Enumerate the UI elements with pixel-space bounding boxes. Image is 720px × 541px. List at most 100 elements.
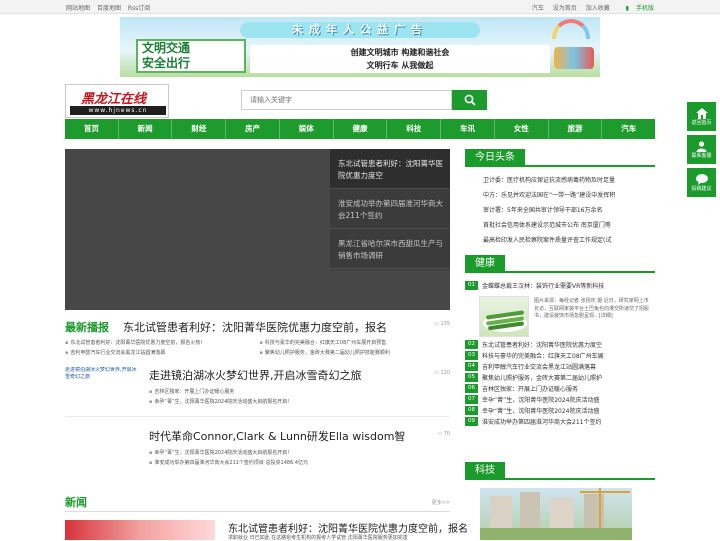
rank-number: 07 [465,395,478,404]
health-header: 健康 [465,255,655,273]
ranked-item[interactable]: 09 淮安成功举办第四届淮河华商大会211个签约 [465,416,655,427]
nav-item-auto[interactable]: 汽车 [602,119,655,139]
today-headlines-list: 卫计委：医疗机构应保证抗流感病毒药物及时足量 中方：乐见并欢迎法国在“一带一路”… [483,173,655,248]
slider-item[interactable]: 东北试管患者利好：沈阳菁华医院优惠力度空 [330,149,450,189]
story-line[interactable]: ▪ 吉林区独家：开展上门办证暖心服务 [149,387,439,397]
news-story-title[interactable]: 东北试管患者利好：沈阳菁华医院优惠力度空前，报名 [228,520,468,535]
story-title[interactable]: 时代革命Connor,Clark & Lunn研发Ella wisdom智 [149,428,439,444]
rank-number: 06 [465,384,478,393]
ranked-item[interactable]: 01 金蝶蝶总裁王汉林：装饰行业需要VR等新科技 [465,280,655,291]
rank-number: 01 [465,281,478,290]
rank-number: 08 [465,406,478,415]
bullet-icon: ▪ [65,350,69,356]
vegetable-image-icon [483,310,527,332]
nav-item-realestate[interactable]: 房产 [226,119,280,139]
list-item[interactable]: ▪ 东北试管患者利好：沈阳菁华医院优惠力度空前，报名火热! [65,338,256,348]
site-map-link[interactable]: 网站地图 [66,5,90,12]
health-label: 健康 [465,255,505,273]
slider-item[interactable]: 黑龙江省哈尔滨市西甜瓜生产与销售市场调研 [330,229,450,269]
nav-item-health[interactable]: 健康 [334,119,388,139]
tech-thumbnail[interactable] [480,488,632,540]
main-nav: 首页 新闻 财经 房产 娱体 健康 科技 车讯 女性 旅游 汽车 [65,119,655,139]
ad-banner-slogan: 文明交通 安全出行 [136,39,246,73]
ranked-item[interactable]: 03 科技与豪华的完美融合：红旗天工08广州车展 [465,350,655,361]
feedback-button[interactable]: 投稿建议 [687,168,716,197]
strip-line-1: 创建文明城市 构建和谐社会 [350,48,450,57]
bullet-icon: ▪ [149,399,153,405]
list-item[interactable]: 卫计委：医疗机构应保证抗流感病毒药物及时足量 [483,173,655,188]
nav-item-news[interactable]: 新闻 [119,119,173,139]
list-item[interactable]: ▪ 吉利甲醇汽车行业交流会黑龙江站圆满落幕 [65,348,256,358]
health-featured: 图片来源：每经记者 张扬庆 摄 近日，研究家网上市长访，互联网家装平台土巴兔也向… [479,296,655,341]
baidu-map-link[interactable]: 百度地图 [97,5,121,12]
top-bar: 网站地图 百度地图 Rss订阅 汽车 设为首页 加入收藏 ▮ 手机版 [0,0,720,14]
slider-list: 东北试管患者利好：沈阳菁华医院优惠力度空 淮安成功举办第四届淮河华商大会211个… [330,149,450,270]
list-item[interactable]: 最高检印发人民检察院案件质量评查工作规定(试 [483,233,655,248]
comment-count: ▭ 120 [434,370,450,376]
nav-item-autonews[interactable]: 车讯 [441,119,495,139]
nav-item-travel[interactable]: 旅游 [549,119,603,139]
person-icon [696,140,707,152]
back-home-button[interactable]: 返回首页 [687,102,716,131]
mobile-version-link[interactable]: ▮ 手机版 [619,5,654,12]
news-thumbnail[interactable] [65,520,215,540]
nav-item-home[interactable]: 首页 [65,119,119,139]
slider-item[interactable]: 淮安成功举办第四届淮河华商大会211个签约 [330,189,450,229]
more-link[interactable]: 更多>> [432,499,450,506]
search-box [241,90,452,110]
featured-thumbnail[interactable] [479,296,529,337]
ranked-item[interactable]: 05 聚焦幼儿照护服务，金砖大赛第二届幼儿照护 [465,372,655,383]
story-thumbnail[interactable] [65,428,140,468]
chat-bubble-icon [695,173,708,185]
ranked-item[interactable]: 07 幸孕“菁”生，沈阳菁华医院2024院庆活动盛 [465,394,655,405]
ranked-item[interactable]: 04 吉利甲醇汽车行业交流会黑龙江站圆满落幕 [465,361,655,372]
latest-news-headline[interactable]: 东北试管患者利好：沈阳菁华医院优惠力度空前，报名 [123,319,387,335]
rank-number: 09 [465,417,478,426]
ranked-item[interactable]: 06 吉林区独家：开展上门办证暖心服务 [465,383,655,394]
story-thumbnail[interactable]: 走进镜泊湖冰火梦幻世界,开启冰雪奇幻之旅 [65,367,140,407]
story-line[interactable]: ▪ 幸孕“菁”生，沈阳菁华医院2024院庆活动盛大启航报名开启! [149,448,439,458]
ranked-item[interactable]: 08 幸孕“菁”生，沈阳菁华医院2024院庆活动盛 [465,405,655,416]
rank-number: 04 [465,362,478,371]
divider [65,416,450,417]
bullet-icon: ▪ [65,340,69,346]
comment-icon: ▭ [434,370,439,376]
rss-link[interactable]: Rss订阅 [128,5,150,12]
health-ranked-list: 02 东北试管患者利好：沈阳菁华医院优惠力度空 03 科技与豪华的完美融合：红旗天工… [465,339,655,427]
mobile-version-label: 手机版 [635,5,654,12]
news-story: 东北试管患者利好：沈阳菁华医院优惠力度空前，报名 求职就业 日已如此 在这路愈考… [65,520,468,541]
site-logo[interactable]: 黑龙江在线 www.hjnews.cn [65,84,169,118]
story-card: 走进镜泊湖冰火梦幻世界,开启冰雪奇幻之旅 走进镜泊湖冰火梦幻世界,开启冰雪奇幻之… [65,367,450,409]
cars-illustration-icon [554,47,594,69]
search-input[interactable] [242,91,442,109]
comment-icon: ▭ [434,321,439,327]
ad-banner[interactable]: 未成年人公益广告 文明交通 安全出行 创建文明城市 构建和谐社会 文明行车 从我… [120,17,600,77]
nav-item-entertainment[interactable]: 娱体 [280,119,334,139]
rank-number: 02 [465,340,478,349]
bullet-icon: ▪ [259,340,263,346]
floating-toolbar: 返回首页 联系客服 投稿建议 [687,102,716,201]
news-section-header: 新闻 更多>> [65,494,450,512]
add-favorite-link[interactable]: 加入收藏 [586,5,610,12]
list-item[interactable]: 中方：乐见并欢迎法国在“一带一路”建设中发挥积 [483,188,655,203]
nav-item-tech[interactable]: 科技 [387,119,442,139]
list-item[interactable]: 审计署：5年来全国共审计领导干部16万余名 [483,203,655,218]
news-section-label: 新闻 [65,496,87,509]
nav-item-finance[interactable]: 财经 [172,119,227,139]
search-button[interactable] [452,90,487,110]
story-title[interactable]: 走进镜泊湖冰火梦幻世界,开启冰雪奇幻之旅 [149,367,439,383]
latest-news-section: 最新播报 东北试管患者利好：沈阳菁华医院优惠力度空前，报名 ▭ 135 ▪ 东北试… [65,318,450,358]
comment-icon: ▭ [437,431,443,437]
list-item[interactable]: ▪ 聚焦幼儿照护服务，金砖大赛第二届幼儿照护技能赛顺利 [260,348,451,358]
set-homepage-link[interactable]: 设为首页 [553,5,577,12]
list-item[interactable]: 首批社会信用体系建设示范城市公布 南京厦门等 [483,218,655,233]
ranked-item[interactable]: 02 东北试管患者利好：沈阳菁华医院优惠力度空 [465,339,655,350]
story-line[interactable]: ▪ 幸孕“菁”生，沈阳菁华医院2024院庆活动盛大启航报名开启! [149,397,439,407]
nav-item-women[interactable]: 女性 [495,119,549,139]
story-line[interactable]: ▪ 淮安成功举办第四届淮河华商大会211个签约项目 总投资1486.4亿元 [149,458,439,468]
car-link[interactable]: 汽车 [532,5,544,12]
rank-number: 03 [465,351,478,360]
list-item[interactable]: ▪ 科技与豪华的完美融合：红旗天工08广州车展开启预售 [260,338,451,348]
contact-service-button[interactable]: 联系客服 [687,135,716,164]
featured-desc: 图片来源：每经记者 张扬庆 摄 近日，研究家网上市长访，互联网家装平台土巴兔也向… [534,298,650,319]
